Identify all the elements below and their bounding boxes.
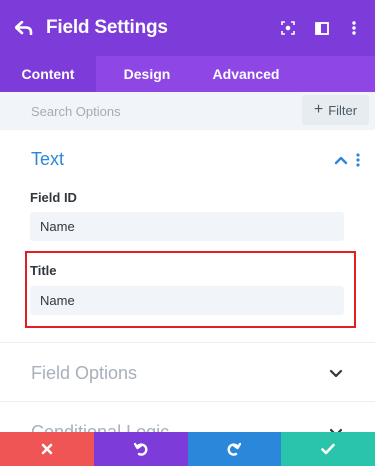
section-field-options[interactable]: Field Options <box>0 345 375 401</box>
chevron-down-icon <box>329 369 343 378</box>
modal-title: Field Settings <box>46 17 168 38</box>
section-title: Field Options <box>31 362 138 383</box>
back-arrow-button[interactable] <box>10 0 38 56</box>
more-options-button[interactable] <box>339 0 369 56</box>
kebab-menu-icon <box>352 21 356 35</box>
filter-button[interactable]: + Filter <box>302 95 369 125</box>
expand-icon <box>281 21 295 35</box>
tab-advanced[interactable]: Advanced <box>198 56 294 92</box>
redo-icon <box>227 442 242 456</box>
section-title: Text <box>31 148 65 169</box>
chevron-up-icon[interactable] <box>333 152 349 168</box>
section-menu-icon[interactable] <box>354 152 362 168</box>
save-button[interactable] <box>281 432 375 466</box>
undo-icon <box>133 442 148 456</box>
tab-design[interactable]: Design <box>96 56 198 92</box>
field-id-label: Field ID <box>30 190 77 205</box>
plus-icon: + <box>313 101 324 118</box>
highlight-box <box>25 251 356 328</box>
modal-header: Field Settings <box>0 0 375 56</box>
check-icon <box>321 443 335 455</box>
redo-button[interactable] <box>187 432 282 466</box>
close-icon <box>41 443 53 455</box>
divider <box>0 401 375 402</box>
discard-button[interactable] <box>0 432 94 466</box>
filter-label: Filter <box>328 102 358 118</box>
field-id-input[interactable]: Name <box>30 212 344 241</box>
tab-content[interactable]: Content <box>0 56 96 92</box>
sidebar-layout-icon <box>315 21 329 35</box>
split-view-button[interactable] <box>305 0 339 56</box>
back-arrow-icon <box>15 21 33 35</box>
section-text: Text <box>0 130 375 188</box>
expand-modal-button[interactable] <box>271 0 305 56</box>
undo-button[interactable] <box>93 432 188 466</box>
section-text-header[interactable]: Text <box>0 130 375 188</box>
divider <box>0 342 375 343</box>
search-bar: + Filter <box>0 92 375 130</box>
search-options-input[interactable] <box>0 103 290 119</box>
footer-action-bar <box>0 432 375 466</box>
settings-tabs: Content Design Advanced <box>0 56 375 92</box>
